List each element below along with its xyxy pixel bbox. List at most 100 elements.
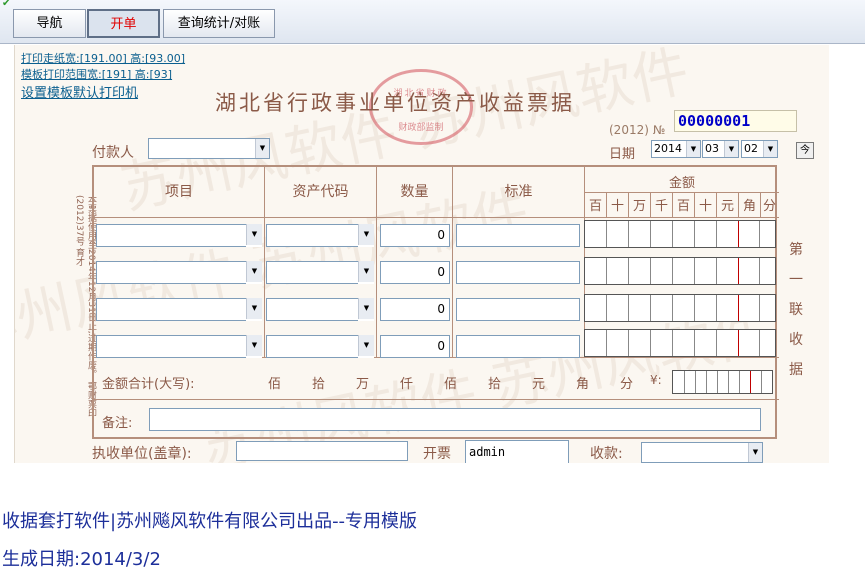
total-unit: 角 <box>576 377 590 392</box>
chevron-down-icon[interactable]: ▼ <box>358 224 374 247</box>
yen-sign: ¥: <box>650 373 662 387</box>
row2-amount-grid[interactable] <box>584 257 776 285</box>
invoicer-label: 开票 <box>423 446 451 462</box>
amount-cell-divider <box>706 371 707 393</box>
seal-bottom-text: 财政部监制 <box>398 123 444 133</box>
today-button[interactable]: 今 <box>796 142 814 159</box>
amount-cell-divider <box>650 330 651 356</box>
amount-cell-divider <box>759 221 760 247</box>
tab-navigation[interactable]: 导航 <box>13 9 86 38</box>
row-divider <box>94 399 779 400</box>
chevron-down-icon[interactable]: ▼ <box>246 298 262 321</box>
digit-header: 元 <box>720 199 734 214</box>
col-header-item: 项目 <box>165 184 193 200</box>
footer-generated-date: 生成日期:2014/3/2 <box>2 549 161 570</box>
total-unit: 分 <box>620 377 634 392</box>
bill-title: 湖北省行政事业单位资产收益票据 <box>215 91 575 115</box>
chevron-down-icon[interactable]: ▼ <box>748 443 762 462</box>
set-default-printer-link[interactable]: 设置模板默认打印机 <box>21 82 138 101</box>
payer-label: 付款人 <box>92 145 134 161</box>
chevron-down-icon[interactable]: ▼ <box>724 141 738 157</box>
row4-quantity-input[interactable]: 0 <box>380 335 450 358</box>
chevron-down-icon[interactable]: ▼ <box>358 298 374 321</box>
date-day-select[interactable]: 02 ▼ <box>741 140 778 158</box>
total-amount-grid[interactable] <box>672 370 773 394</box>
copy-label-char: 第 <box>789 242 803 258</box>
amount-cell-divider <box>717 371 718 393</box>
row2-item-select[interactable] <box>96 261 262 284</box>
date-month-select[interactable]: 03 ▼ <box>702 140 739 158</box>
payer-select[interactable]: ▼ <box>148 138 270 159</box>
amount-cell-divider <box>650 295 651 321</box>
row1-quantity-input[interactable]: 0 <box>380 224 450 247</box>
amount-cell-divider <box>695 371 696 393</box>
total-unit: 元 <box>532 377 546 392</box>
chevron-down-icon[interactable]: ▼ <box>255 139 269 158</box>
row2-quantity-input[interactable]: 0 <box>380 261 450 284</box>
amount-cell-divider <box>650 221 651 247</box>
app-check-icon: ✔ <box>2 0 11 9</box>
paper-size-link[interactable]: 打印走纸宽:[191.00] 高:[93.00] <box>21 50 185 66</box>
payee-label: 收款: <box>590 446 623 462</box>
date-label: 日期 <box>609 147 636 162</box>
amount-cell-divider <box>761 371 762 393</box>
chevron-down-icon[interactable]: ▼ <box>686 141 700 157</box>
row2-standard-input[interactable] <box>456 261 580 284</box>
amount-cell-divider <box>716 258 717 284</box>
date-year-value: 2014 <box>654 142 682 155</box>
amount-cell-divider <box>716 221 717 247</box>
copy-label-char: 据 <box>789 362 803 378</box>
chevron-down-icon[interactable]: ▼ <box>358 335 374 358</box>
date-year-select[interactable]: 2014 ▼ <box>651 140 701 158</box>
row3-standard-input[interactable] <box>456 298 580 321</box>
digit-header: 百 <box>676 199 690 214</box>
date-month-value: 03 <box>705 142 719 155</box>
copy-label: 第 一 联 收 据 <box>786 235 806 385</box>
voucher-number-field[interactable]: 00000001 <box>674 110 797 132</box>
tab-query-reconcile[interactable]: 查询统计/对账 <box>163 9 275 38</box>
row1-standard-input[interactable] <box>456 224 580 247</box>
amount-cell-divider <box>606 295 607 321</box>
bill-table: 项目 资产代码 数量 标准 金额 百 十 万 千 百 十 元 角 分 ▼ ▼ 0 <box>92 165 779 439</box>
year-number-label: (2012) № <box>609 123 666 137</box>
row4-standard-input[interactable] <box>456 335 580 358</box>
amount-cell-divider <box>750 371 751 393</box>
total-unit: 仟 <box>400 377 414 392</box>
row1-item-select[interactable] <box>96 224 262 247</box>
invoicer-input[interactable]: admin <box>465 440 569 463</box>
row1-amount-grid[interactable] <box>584 220 776 248</box>
print-range-link[interactable]: 模板打印范围宽:[191] 高:[93] <box>21 66 172 82</box>
row4-amount-grid[interactable] <box>584 329 776 357</box>
chevron-down-icon[interactable]: ▼ <box>358 261 374 284</box>
amount-cell-divider <box>628 221 629 247</box>
amount-cell-divider <box>759 330 760 356</box>
digit-header: 万 <box>632 199 646 214</box>
amount-cell-divider <box>738 258 739 284</box>
row-divider <box>584 192 779 193</box>
total-unit: 万 <box>356 377 370 392</box>
chevron-down-icon[interactable]: ▼ <box>246 335 262 358</box>
col-header-quantity: 数量 <box>400 184 429 200</box>
digit-header: 角 <box>742 199 756 214</box>
amount-cell-divider <box>738 330 739 356</box>
amount-cell-divider <box>694 330 695 356</box>
row4-item-select[interactable] <box>96 335 262 358</box>
row3-quantity-input[interactable]: 0 <box>380 298 450 321</box>
chevron-down-icon[interactable]: ▼ <box>246 224 262 247</box>
remark-input[interactable] <box>149 408 761 431</box>
row3-amount-grid[interactable] <box>584 294 776 322</box>
amount-cell-divider <box>728 371 729 393</box>
amount-cell-divider <box>716 330 717 356</box>
chevron-down-icon[interactable]: ▼ <box>763 141 777 157</box>
tab-open-bill[interactable]: 开单 <box>87 9 160 38</box>
amount-cell-divider <box>739 371 740 393</box>
amount-cell-divider <box>606 221 607 247</box>
amount-cell-divider <box>628 330 629 356</box>
chevron-down-icon[interactable]: ▼ <box>246 261 262 284</box>
row3-item-select[interactable] <box>96 298 262 321</box>
payee-select[interactable]: ▼ <box>641 442 763 463</box>
collecting-unit-input[interactable] <box>236 441 408 461</box>
digit-header: 千 <box>654 199 668 214</box>
validity-note: 本票据使用至2014年12月31日止,过期作废。 鄂财票印(2012)37号 育… <box>74 195 96 418</box>
amount-cell-divider <box>628 258 629 284</box>
